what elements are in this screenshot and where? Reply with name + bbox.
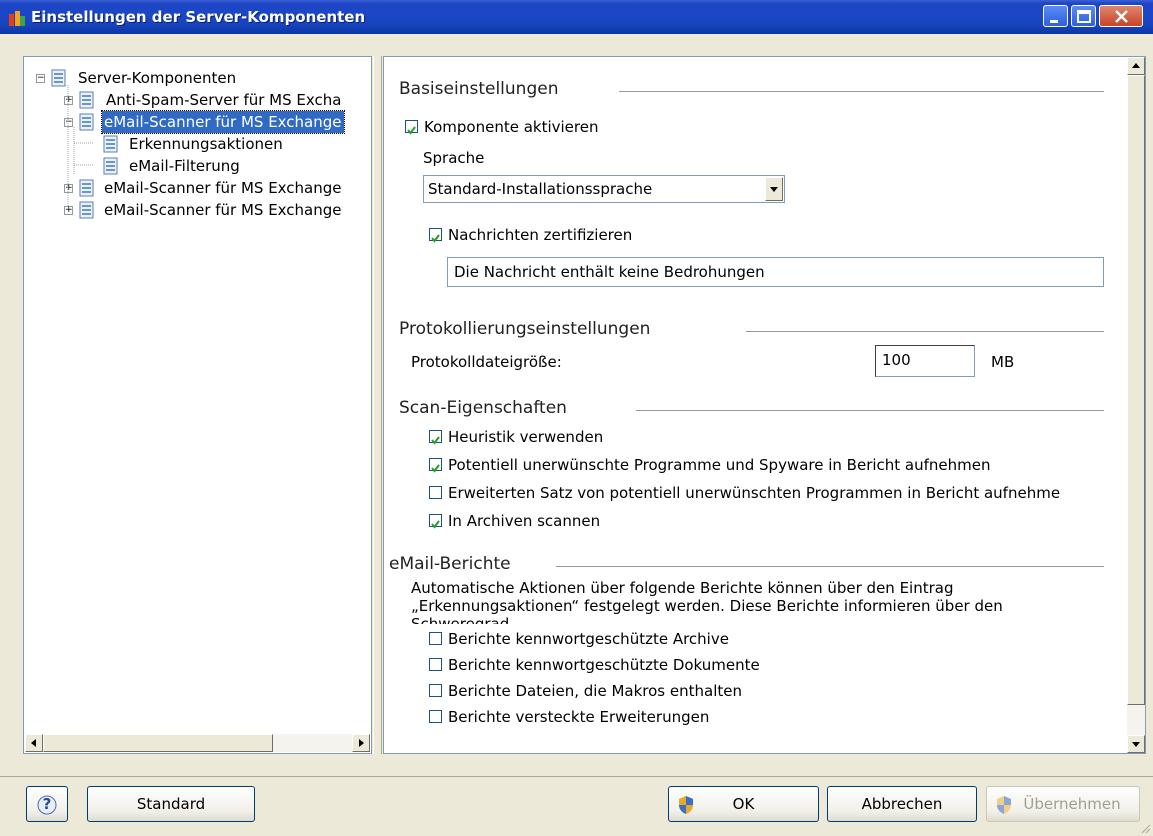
log-size-label: Protokolldateigröße: [411,353,562,371]
arrow-down-icon [1132,742,1140,747]
checkbox-box[interactable] [405,120,418,135]
section-heading-basis: Basiseinstellungen [399,79,559,99]
section-divider [636,410,1104,411]
section-heading-logging: Protokollierungseinstellungen [399,319,651,339]
section-divider [746,331,1104,332]
checkbox-label: Erweiterten Satz von potentiell unerwüns… [448,484,1061,502]
scroll-up-button[interactable] [1127,57,1145,75]
check-icon [431,520,440,529]
scroll-thumb[interactable] [43,734,273,752]
check-icon [431,464,440,473]
arrow-left-icon [31,739,36,747]
certify-text-input[interactable]: Die Nachricht enthält keine Bedrohungen [447,257,1104,287]
scroll-thumb[interactable] [1127,75,1145,705]
standard-label: Standard [136,795,206,813]
certify-text-value: Die Nachricht enthält keine Bedrohungen [454,263,765,281]
checkbox-box[interactable] [429,514,442,529]
tree-item-label: eMail-Filterung [129,157,240,175]
bottom-separator [0,776,1153,777]
minimize-icon [1050,20,1058,23]
section-heading-scan: Scan-Eigenschaften [399,398,567,418]
scroll-right-button[interactable] [352,734,370,752]
cancel-button[interactable]: Abbrechen [827,786,977,822]
language-label: Sprache [423,149,485,167]
arrow-up-icon [1132,63,1140,68]
component-tree[interactable]: − Server-Komponenten + Anti-Spam-Server … [23,56,372,754]
checkbox-label: Komponente aktivieren [424,118,599,136]
reports-description: Automatische Aktionen über folgende Beri… [411,579,1101,624]
app-icon [9,11,25,26]
checkbox-label: Heuristik verwenden [448,428,604,446]
resize-grip-icon[interactable] [1139,822,1151,834]
checkbox-label: In Archiven scannen [448,512,601,530]
close-icon [1115,10,1128,23]
cancel-label: Abbrechen [861,795,943,813]
uac-shield-icon [679,796,693,814]
reports-description-line: Automatische Aktionen über folgende Beri… [411,579,954,597]
apply-label: Übernehmen [1023,795,1121,813]
checkbox-box[interactable] [429,458,442,473]
tree-horizontal-scrollbar[interactable] [25,734,370,752]
arrow-right-icon [359,739,364,747]
section-divider [619,91,1104,92]
checkbox-box[interactable] [429,632,442,645]
reports-description-line: „Erkennungsaktionen“ festgelegt werden. … [411,597,1003,615]
checkbox-box[interactable] [429,684,442,697]
window-title: Einstellungen der Server-Komponenten [31,8,366,26]
apply-button[interactable]: Übernehmen [986,786,1140,822]
log-size-unit: MB [991,353,1015,371]
language-value: Standard-Installationssprache [428,180,653,198]
minimize-button[interactable] [1043,5,1068,27]
checkbox-label: Nachrichten zertifizieren [448,226,633,244]
checkbox-label: Berichte kennwortgeschützte Dokumente [448,656,760,674]
help-button[interactable]: ? [26,786,68,822]
scan-option-extended-pup[interactable]: Erweiterten Satz von potentiell unerwüns… [429,483,1099,503]
standard-button[interactable]: Standard [87,786,255,822]
window-body: − Server-Komponenten + Anti-Spam-Server … [0,34,1153,836]
checkbox-label: Berichte versteckte Erweiterungen [448,708,710,726]
checkbox-box[interactable] [429,228,442,243]
uac-shield-icon [997,796,1011,814]
checkbox-box[interactable] [429,710,442,723]
check-icon [407,126,416,135]
dropdown-button[interactable] [765,177,783,201]
checkbox-box[interactable] [429,658,442,671]
language-select[interactable]: Standard-Installationssprache [423,175,785,203]
content-vertical-scrollbar[interactable] [1127,57,1145,753]
chevron-down-icon [770,187,778,192]
scroll-left-button[interactable] [25,734,43,752]
scroll-down-button[interactable] [1127,735,1145,753]
panel-splitter[interactable] [373,56,382,754]
checkbox-box[interactable] [429,486,442,499]
check-icon [431,436,440,445]
tree-item-label: Erkennungsaktionen [129,135,283,153]
section-divider [556,566,1104,567]
checkbox-box[interactable] [429,430,442,445]
log-size-value: 100 [882,351,911,369]
check-icon [431,234,440,243]
section-heading-reports: eMail-Berichte [389,554,511,574]
close-button[interactable] [1099,5,1143,27]
checkbox-label: Berichte Dateien, die Makros enthalten [448,682,742,700]
checkbox-label: Berichte kennwortgeschützte Archive [448,630,729,648]
settings-panel: Basiseinstellungen Komponente aktivieren… [383,56,1146,754]
ok-button[interactable]: OK [668,786,819,822]
ok-label: OK [732,795,755,813]
reports-description-line: Schweregrad. [411,615,515,624]
maximize-icon [1077,10,1091,23]
checkbox-label: Potentiell unerwünschte Programme und Sp… [448,456,991,474]
log-size-input[interactable]: 100 [875,345,975,377]
title-bar: Einstellungen der Server-Komponenten [0,0,1153,34]
maximize-button[interactable] [1071,5,1096,27]
help-label: ? [42,795,52,813]
tree-lines [67,85,94,207]
